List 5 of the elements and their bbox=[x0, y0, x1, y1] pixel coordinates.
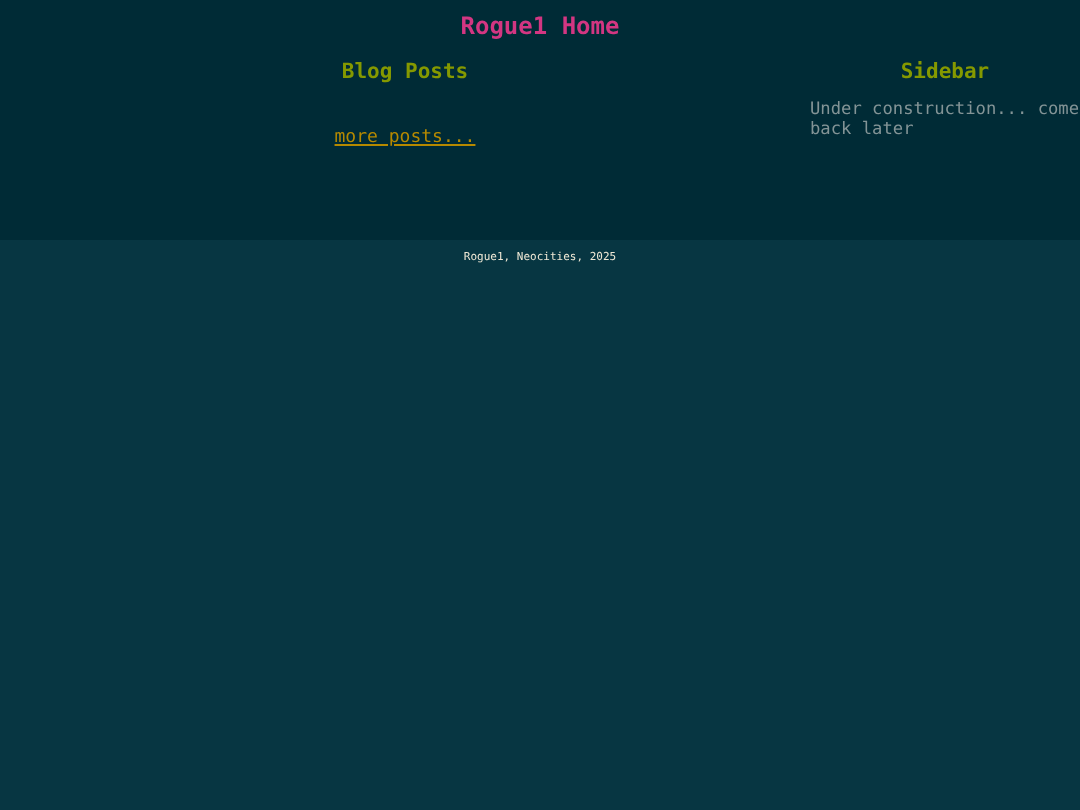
site-title: Rogue1 Home bbox=[458, 10, 622, 40]
sidebar-text: Under construction... come back later bbox=[810, 100, 1080, 140]
section-heading: Blog Posts bbox=[341, 60, 469, 86]
sidebar-heading: Sidebar bbox=[898, 60, 992, 86]
more-posts-link[interactable]: more posts... bbox=[334, 126, 476, 153]
